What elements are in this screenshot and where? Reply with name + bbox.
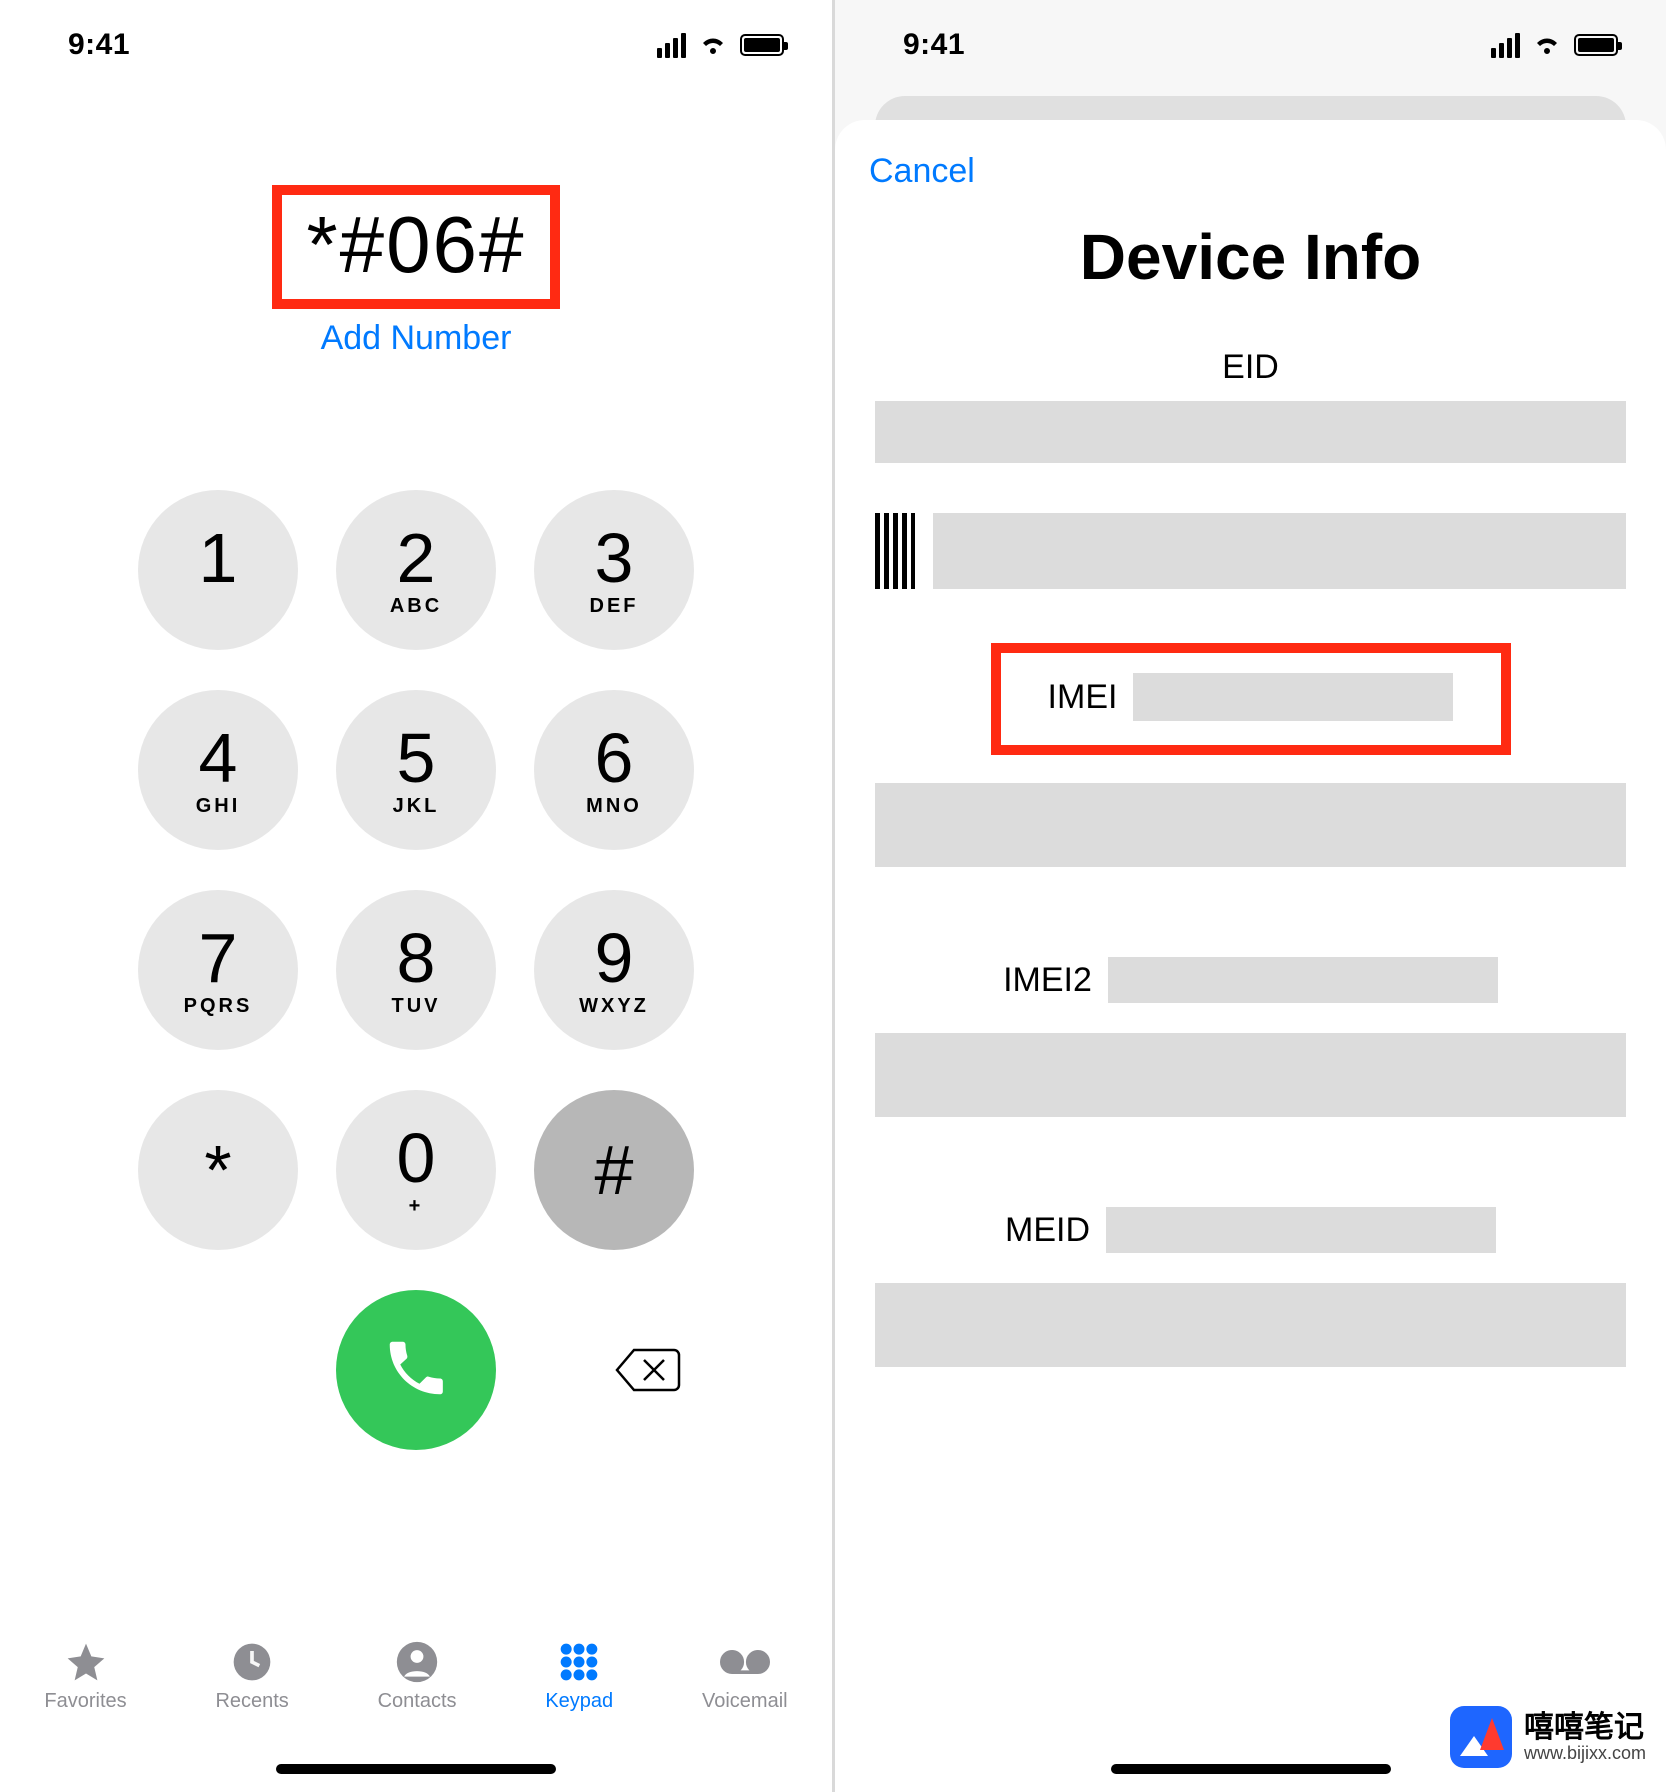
cellular-icon: [1491, 33, 1520, 58]
phone-device-info-screen: 9:41 Cancel Device Info EID: [835, 0, 1666, 1792]
key-3[interactable]: 3DEF: [534, 490, 694, 650]
tab-recents[interactable]: Recents: [215, 1640, 288, 1713]
eid-label: EID: [835, 348, 1666, 387]
key-1[interactable]: 1: [138, 490, 298, 650]
imei-barcode-redacted: [875, 783, 1626, 867]
key-4[interactable]: 4GHI: [138, 690, 298, 850]
imei2-value-redacted: [1108, 957, 1498, 1003]
meid-value-redacted: [1106, 1207, 1496, 1253]
key-6[interactable]: 6MNO: [534, 690, 694, 850]
keypad-icon: [554, 1640, 604, 1684]
imei-label: IMEI: [1048, 678, 1118, 717]
watermark-brand: 嘻嘻笔记: [1524, 1711, 1646, 1744]
clock-icon: [227, 1640, 277, 1684]
dialed-number: *#06#: [306, 200, 525, 289]
eid-barcode-row: [875, 513, 1626, 589]
tab-contacts[interactable]: Contacts: [378, 1640, 457, 1713]
phone-icon: [381, 1333, 451, 1408]
wifi-icon: [1532, 33, 1562, 57]
meid-label: MEID: [1005, 1211, 1090, 1250]
status-time: 9:41: [68, 28, 130, 62]
eid-value-redacted: [875, 401, 1626, 463]
battery-icon: [1574, 34, 1618, 56]
watermark-logo-icon: [1450, 1706, 1512, 1768]
tab-keypad[interactable]: Keypad: [545, 1640, 613, 1713]
eid-barcode-redacted: [933, 513, 1626, 589]
add-number-link[interactable]: Add Number: [0, 319, 832, 358]
sheet-title: Device Info: [835, 220, 1666, 294]
watermark: 嘻嘻笔记 www.bijixx.com: [1450, 1706, 1646, 1768]
tab-label: Keypad: [545, 1690, 613, 1713]
star-icon: [61, 1640, 111, 1684]
key-8[interactable]: 8TUV: [336, 890, 496, 1050]
key-0[interactable]: 0+: [336, 1090, 496, 1250]
tab-label: Favorites: [44, 1690, 126, 1713]
tab-label: Contacts: [378, 1690, 457, 1713]
watermark-url: www.bijixx.com: [1524, 1744, 1646, 1764]
status-bar: 9:41: [0, 0, 832, 90]
imei2-barcode-redacted: [875, 1033, 1626, 1117]
key-hash[interactable]: #: [534, 1090, 694, 1250]
home-indicator[interactable]: [276, 1764, 556, 1774]
keypad: 1 2ABC 3DEF 4GHI 5JKL 6MNO 7PQRS 8TUV 9W…: [0, 490, 832, 1250]
key-star[interactable]: *: [138, 1090, 298, 1250]
battery-icon: [740, 34, 784, 56]
barcode-icon: [875, 513, 915, 589]
key-5[interactable]: 5JKL: [336, 690, 496, 850]
key-7[interactable]: 7PQRS: [138, 890, 298, 1050]
imei-value-redacted: [1133, 673, 1453, 721]
cellular-icon: [657, 33, 686, 58]
status-time: 9:41: [903, 28, 965, 62]
tab-label: Voicemail: [702, 1690, 788, 1713]
person-icon: [392, 1640, 442, 1684]
key-2[interactable]: 2ABC: [336, 490, 496, 650]
tab-label: Recents: [215, 1690, 288, 1713]
call-button[interactable]: [336, 1290, 496, 1450]
device-info-sheet: Cancel Device Info EID IMEI IMEI2: [835, 120, 1666, 1792]
tab-voicemail[interactable]: Voicemail: [702, 1640, 788, 1713]
tab-favorites[interactable]: Favorites: [44, 1640, 126, 1713]
cancel-button[interactable]: Cancel: [869, 152, 975, 191]
meid-barcode-redacted: [875, 1283, 1626, 1367]
imei-highlight: IMEI: [991, 643, 1511, 755]
voicemail-icon: [720, 1640, 770, 1684]
backspace-button[interactable]: [612, 1345, 682, 1395]
home-indicator[interactable]: [1111, 1764, 1391, 1774]
dialed-number-highlight: *#06#: [272, 185, 559, 309]
key-9[interactable]: 9WXYZ: [534, 890, 694, 1050]
imei2-label: IMEI2: [1003, 961, 1092, 1000]
phone-keypad-screen: 9:41 *#06# Add Number 1 2ABC 3DEF 4GHI 5…: [0, 0, 832, 1792]
status-bar: 9:41: [835, 0, 1666, 90]
wifi-icon: [698, 33, 728, 57]
